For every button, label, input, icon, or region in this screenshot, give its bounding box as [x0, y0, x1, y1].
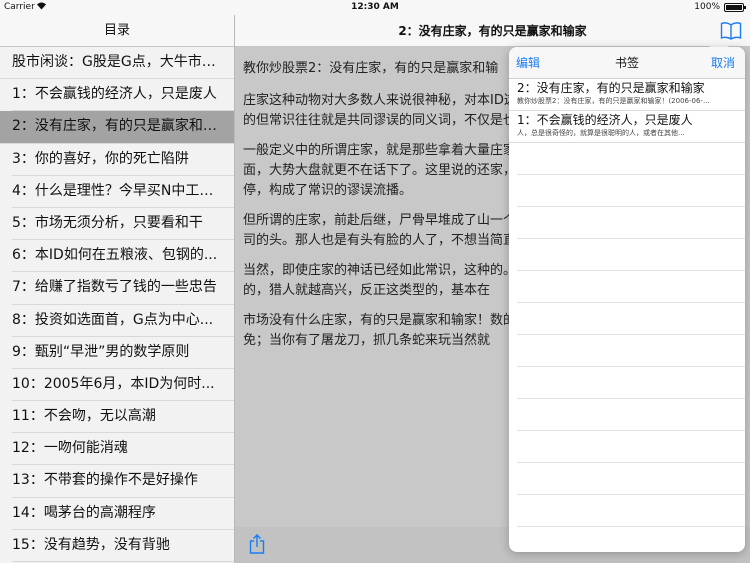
toc-item[interactable]: 6：本ID如何在五粮液、包钢的... [12, 240, 234, 273]
empty-row [517, 239, 745, 271]
toc-item[interactable]: 9：甄别“早泄”男的数学原则 [12, 337, 234, 369]
toc-item[interactable]: 8：投资如选面首，G点为中心... [12, 305, 234, 337]
empty-row [517, 399, 745, 431]
toc-item[interactable]: 12：一吻何能消魂 [12, 433, 234, 466]
bookmark-title: 1：不会赢钱的经济人，只是废人 [517, 113, 693, 127]
toc-item[interactable]: 3：你的喜好，你的死亡陷阱 [12, 144, 234, 176]
toc-item[interactable]: 13：不带套的操作不是好操作 [12, 465, 234, 498]
chapter-title: 2：没有庄家，有的只是赢家和输家 [398, 24, 587, 38]
toc-title: 目录 [103, 23, 130, 38]
bookmarks-popover: 编辑 书签 取消 2：没有庄家，有的只是赢家和输家教你炒股票2：没有庄家，有的只… [509, 47, 745, 552]
battery-icon [724, 3, 746, 12]
status-time: 12:30 AM [351, 2, 399, 12]
toc-item[interactable]: 5：市场无须分析，只要看和干 [12, 208, 234, 241]
popover-title: 书签 [614, 56, 639, 70]
bookmark-list: 2：没有庄家，有的只是赢家和输家教你炒股票2：没有庄家，有的只是赢家和输家！(2… [509, 79, 745, 527]
battery-fill [726, 5, 742, 10]
empty-row [517, 143, 745, 175]
bookmark-snippet: 人，总是很奇怪的，就算是很聪明的人，或者在其他... [517, 129, 685, 137]
toc-list: 股市闲谈：G股是G点，大牛市不会... 1：不会赢钱的经济人，只是废人 2：没有庄家… [0, 47, 234, 562]
cancel-button[interactable]: 取消 [711, 47, 735, 79]
empty-row [517, 207, 745, 239]
toc-item[interactable]: 1：不会赢钱的经济人，只是废人 [12, 79, 234, 112]
toc-item[interactable]: 11：不会吻，无以高潮 [12, 401, 234, 434]
empty-row [517, 431, 745, 463]
bookmark-title: 2：没有庄家，有的只是赢家和输家 [517, 81, 705, 95]
empty-row [517, 303, 745, 335]
status-bar: Carrier 12:30 AM 100% [0, 0, 750, 15]
toc-sidebar: 目录 股市闲谈：G股是G点，大牛市不会... 1：不会赢钱的经济人，只是废人 2：没… [0, 15, 235, 563]
battery-percentage: 100% [694, 2, 720, 12]
toc-item[interactable]: 股市闲谈：G股是G点，大牛市不会... [0, 47, 234, 80]
empty-row [517, 175, 745, 207]
empty-row [517, 463, 745, 495]
bookmark-item[interactable]: 1：不会赢钱的经济人，只是废人人，总是很奇怪的，就算是很聪明的人，或者在其他..… [509, 111, 745, 143]
empty-row [517, 271, 745, 303]
popover-header: 编辑 书签 取消 [509, 47, 745, 79]
bookmark-item[interactable]: 2：没有庄家，有的只是赢家和输家教你炒股票2：没有庄家，有的只是赢家和输家！(2… [509, 79, 745, 111]
toc-item[interactable]: 7：给赚了指数亏了钱的一些忠告 [12, 272, 234, 305]
empty-row [517, 495, 745, 527]
toc-item[interactable]: 14：喝茅台的高潮程序 [12, 498, 234, 530]
toc-item[interactable]: 4：什么是理性？今早买N中工就是理性 [12, 176, 234, 208]
toc-item[interactable]: 10：2005年6月，本ID为何时... [12, 369, 234, 402]
empty-row [517, 335, 745, 367]
bookmarks-book-icon[interactable] [720, 21, 742, 41]
toc-header: 目录 [0, 15, 234, 47]
toc-item[interactable]: 15：没有趋势，没有背驰 [12, 530, 234, 562]
empty-row [517, 367, 745, 399]
bookmark-snippet: 教你炒股票2：没有庄家，有的只是赢家和输家！(2006-06-... [517, 97, 710, 105]
reader-header: 2：没有庄家，有的只是赢家和输家 [235, 15, 750, 47]
toc-item[interactable]: 2：没有庄家，有的只是赢家和输家 [0, 111, 234, 144]
share-icon[interactable] [247, 533, 267, 555]
